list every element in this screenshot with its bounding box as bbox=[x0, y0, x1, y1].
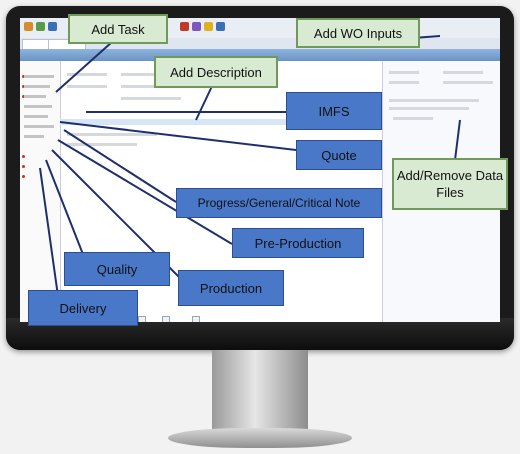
callout-add-wo-inputs: Add WO Inputs bbox=[296, 18, 420, 48]
connector-add-task bbox=[55, 41, 113, 93]
connector-quote bbox=[59, 121, 297, 151]
callout-quote: Quote bbox=[296, 140, 382, 170]
callout-pre-production: Pre-Production bbox=[232, 228, 364, 258]
callout-production: Production bbox=[178, 270, 284, 306]
callout-add-description: Add Description bbox=[154, 56, 278, 88]
connector-delivery bbox=[39, 167, 59, 297]
callout-progress-note: Progress/General/Critical Note bbox=[176, 188, 382, 218]
callout-delivery: Delivery bbox=[28, 290, 138, 326]
callout-imfs: IMFS bbox=[286, 92, 382, 130]
callout-add-remove-data-files: Add/Remove Data Files bbox=[392, 158, 508, 210]
callout-add-task: Add Task bbox=[68, 14, 168, 44]
connector-data-files bbox=[454, 119, 461, 161]
connector-progress-note bbox=[63, 129, 177, 203]
callout-quality: Quality bbox=[64, 252, 170, 286]
